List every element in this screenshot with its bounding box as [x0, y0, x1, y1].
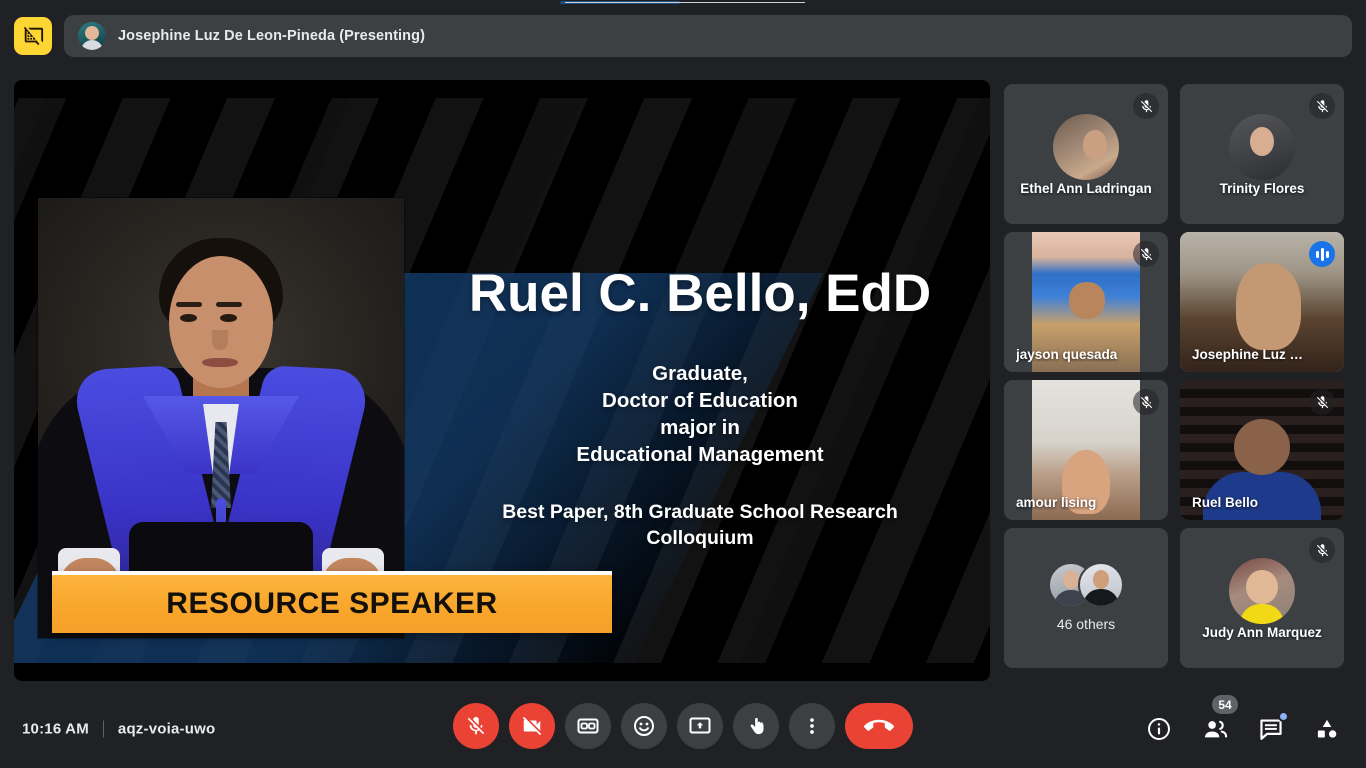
- closed-captions-icon: [577, 718, 599, 734]
- participant-name: jayson quesada: [1016, 347, 1118, 362]
- mic-off-icon: [467, 716, 485, 735]
- phone-hangup-icon: [864, 719, 894, 731]
- mic-off-icon: [1309, 537, 1335, 563]
- emoji-smile-icon: [634, 716, 654, 736]
- shared-screen-stage[interactable]: Ruel C. Bello, EdD Graduate, Doctor of E…: [14, 80, 990, 681]
- raise-hand-button[interactable]: [733, 703, 779, 749]
- meeting-bottom-bar: 10:16 AM aqz-voia-uwo 54: [0, 690, 1366, 768]
- people-icon: [1204, 720, 1227, 738]
- three-dots-vertical-icon: [810, 718, 814, 734]
- leave-call-button[interactable]: [845, 703, 913, 749]
- present-now-button[interactable]: [677, 703, 723, 749]
- presenter-avatar: [78, 22, 106, 50]
- top-progress-strip: [0, 0, 1366, 5]
- chat-notification-dot: [1278, 711, 1289, 722]
- current-time-label: 10:16 AM: [22, 720, 89, 738]
- participant-name: Judy Ann Marquez: [1202, 625, 1322, 640]
- meeting-details-button[interactable]: [1142, 712, 1176, 746]
- slide-degree-line-3: major in: [660, 416, 740, 440]
- meeting-meta: 10:16 AM aqz-voia-uwo: [22, 720, 216, 738]
- microphone-off-button[interactable]: [453, 703, 499, 749]
- captions-button[interactable]: [565, 703, 611, 749]
- participant-tile-jayson-quesada[interactable]: jayson quesada: [1004, 232, 1168, 372]
- avatar: [1229, 114, 1295, 180]
- others-avatar-stack: [1048, 562, 1124, 610]
- slide-award-line-2: Colloquium: [646, 526, 754, 549]
- mic-off-icon: [1133, 241, 1159, 267]
- participant-tile-judy-ann-marquez[interactable]: Judy Ann Marquez: [1180, 528, 1344, 668]
- more-options-button[interactable]: [789, 703, 835, 749]
- slide-award-block: Best Paper, 8th Graduate School Research…: [410, 499, 990, 552]
- presenter-chip[interactable]: Josephine Luz De Leon-Pineda (Presenting…: [64, 15, 1352, 57]
- participant-tile-amour-lising[interactable]: amour lising: [1004, 380, 1168, 520]
- participant-tile-josephine-luz-de-leon-pineda[interactable]: Josephine Luz De ...: [1180, 232, 1344, 372]
- camera-off-button[interactable]: [509, 703, 555, 749]
- slide-degree-block: Graduate, Doctor of Education major in E…: [410, 360, 990, 469]
- participant-name: amour lising: [1016, 495, 1097, 510]
- slide-degree-line-1: Graduate,: [652, 361, 748, 385]
- participant-grid: Ethel Ann Ladringan Trinity Flores jayso…: [1004, 84, 1352, 680]
- video-off-icon: [522, 716, 542, 736]
- meeting-right-actions: 54: [1142, 695, 1344, 746]
- avatar: [1053, 114, 1119, 180]
- mic-off-icon: [1133, 389, 1159, 415]
- slide-degree-line-2: Doctor of Education: [602, 388, 798, 412]
- chat-button[interactable]: [1254, 711, 1289, 746]
- meeting-code-label: aqz-voia-uwo: [117, 720, 216, 738]
- others-count-label: 46 others: [1056, 616, 1116, 632]
- participant-name: Josephine Luz De ...: [1192, 347, 1310, 362]
- progress-segment-light: [565, 2, 805, 3]
- resource-speaker-label: RESOURCE SPEAKER: [166, 587, 498, 620]
- slide-degree-line-4: Educational Management: [576, 443, 824, 467]
- avatar: [1078, 562, 1124, 608]
- participant-tile-others[interactable]: 46 others: [1004, 528, 1168, 668]
- presentation-slide: Ruel C. Bello, EdD Graduate, Doctor of E…: [14, 98, 990, 663]
- mic-off-icon: [1133, 93, 1159, 119]
- participant-name: Trinity Flores: [1219, 181, 1305, 196]
- meta-divider: [102, 720, 104, 738]
- activities-button[interactable]: [1310, 712, 1344, 746]
- participant-tile-ruel-bello[interactable]: Ruel Bello: [1180, 380, 1344, 520]
- slide-award-line-1: Best Paper, 8th Graduate School Research: [502, 500, 898, 523]
- avatar: [1229, 558, 1295, 624]
- presenter-name-label: Josephine Luz De Leon-Pineda (Presenting…: [118, 28, 426, 44]
- presenting-topbar: Josephine Luz De Leon-Pineda (Presenting…: [14, 14, 1352, 58]
- mic-off-icon: [1309, 93, 1335, 119]
- slide-speaker-name: Ruel C. Bello, EdD: [468, 264, 932, 323]
- people-button[interactable]: 54: [1198, 695, 1238, 746]
- mic-off-icon: [1309, 389, 1335, 415]
- activities-shapes-icon: [1317, 719, 1337, 738]
- info-icon: [1148, 718, 1170, 740]
- reactions-button[interactable]: [621, 703, 667, 749]
- participant-name: Ruel Bello: [1192, 495, 1259, 510]
- raised-hand-icon: [750, 717, 764, 734]
- meeting-controls: [453, 703, 913, 749]
- speaking-indicator-icon: [1309, 241, 1335, 267]
- participant-name: Ethel Ann Ladringan: [1020, 181, 1152, 196]
- participant-count-badge: 54: [1212, 695, 1238, 714]
- resource-speaker-banner: RESOURCE SPEAKER: [52, 571, 612, 633]
- present-to-all-off-icon[interactable]: [14, 17, 52, 55]
- participant-tile-ethel-ann-ladringan[interactable]: Ethel Ann Ladringan: [1004, 84, 1168, 224]
- participant-tile-trinity-flores[interactable]: Trinity Flores: [1180, 84, 1344, 224]
- present-screen-icon: [689, 717, 711, 734]
